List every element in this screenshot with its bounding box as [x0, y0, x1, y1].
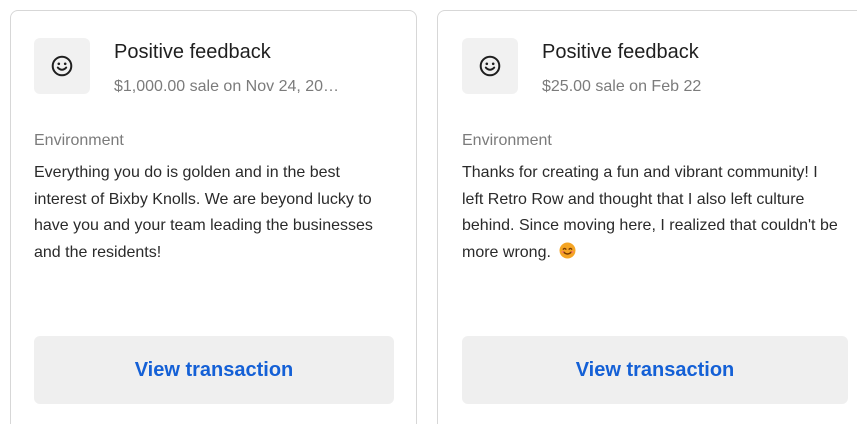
- feedback-message: Thanks for creating a fun and vibrant co…: [462, 160, 842, 266]
- feedback-message-text: Everything you do is golden and in the b…: [34, 164, 373, 261]
- feedback-icon-box: [462, 38, 518, 94]
- feedback-title: Positive feedback: [114, 41, 271, 63]
- sale-summary: $1,000.00 sale on Nov 24, 20…: [114, 78, 340, 95]
- feedback-card: Positive feedback $1,000.00 sale on Nov …: [10, 10, 417, 424]
- feedback-category: Environment: [34, 132, 124, 149]
- feedback-category: Environment: [462, 132, 552, 149]
- feedback-list: Positive feedback $1,000.00 sale on Nov …: [0, 0, 857, 424]
- feedback-message-text: Thanks for creating a fun and vibrant co…: [462, 164, 838, 261]
- feedback-message: Everything you do is golden and in the b…: [34, 160, 396, 266]
- view-transaction-button[interactable]: View transaction: [34, 336, 394, 404]
- smiley-face-icon: [51, 55, 73, 77]
- feedback-title: Positive feedback: [542, 41, 699, 63]
- smiley-face-icon: [479, 55, 501, 77]
- smiling-face-emoji-icon: [559, 242, 576, 258]
- view-transaction-button[interactable]: View transaction: [462, 336, 848, 404]
- feedback-card: Positive feedback $25.00 sale on Feb 22 …: [437, 10, 857, 424]
- feedback-icon-box: [34, 38, 90, 94]
- sale-summary: $25.00 sale on Feb 22: [542, 78, 702, 95]
